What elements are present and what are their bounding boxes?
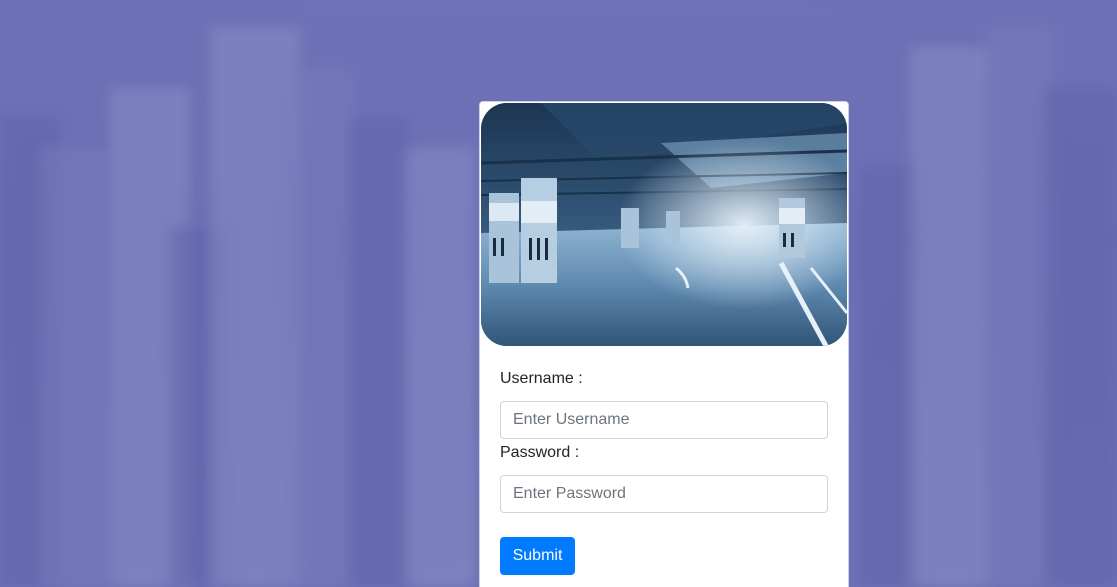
submit-button[interactable]: Submit [500,537,575,575]
password-input[interactable] [500,475,828,513]
username-label: Username : [500,370,583,387]
username-input[interactable] [500,401,828,439]
parking-garage-image [481,103,847,346]
login-card: Username : Password : Submit [479,101,849,587]
password-label: Password : [500,444,580,461]
